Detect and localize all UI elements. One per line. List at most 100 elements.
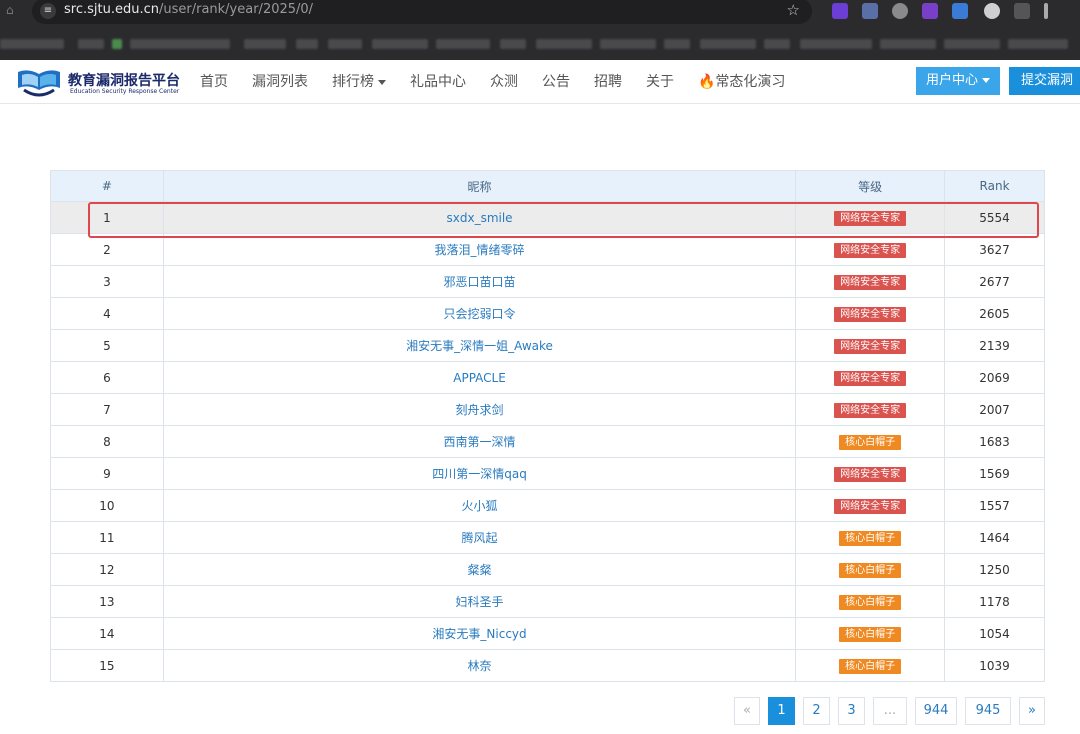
nav-home[interactable]: 首页	[188, 60, 240, 104]
rank-number: 7	[50, 393, 164, 426]
nickname-link[interactable]: sxdx_smile	[447, 211, 513, 225]
bookmark-item[interactable]	[112, 39, 122, 49]
address-bar[interactable]: ≡ src.sjtu.edu.cn/user/rank/year/2025/0/…	[32, 0, 812, 24]
level-badge: 网络安全专家	[834, 306, 907, 322]
nav-announcements[interactable]: 公告	[530, 60, 582, 104]
nickname-cell: 只会挖弱口令	[162, 297, 797, 330]
nav-drill[interactable]: 🔥常态化演习	[686, 60, 797, 104]
nickname-link[interactable]: 邪恶口苗口苗	[444, 275, 516, 289]
page-next-button[interactable]: »	[1019, 697, 1045, 725]
table-row: 13 妇科圣手 核心白帽子 1178	[50, 585, 1045, 618]
nickname-link[interactable]: 我落泪_情绪零碎	[435, 243, 525, 257]
nickname-link[interactable]: 妇科圣手	[456, 595, 504, 609]
nickname-link[interactable]: APPACLE	[453, 371, 506, 385]
extensions-puzzle-icon[interactable]	[1014, 3, 1030, 19]
site-settings-icon[interactable]: ≡	[40, 3, 56, 19]
nickname-link[interactable]: 四川第一深情qaq	[432, 467, 527, 481]
extension-icon[interactable]	[984, 3, 1000, 19]
nickname-cell: 林奈	[162, 649, 797, 682]
page-button-1[interactable]: 1	[768, 697, 795, 725]
column-header-nickname: 昵称	[162, 170, 797, 202]
site-logo[interactable]: 教育漏洞报告平台 Education Security Response Cen…	[14, 64, 194, 102]
nav-vuln-list[interactable]: 漏洞列表	[240, 60, 320, 104]
user-center-button[interactable]: 用户中心	[916, 67, 1000, 95]
nickname-link[interactable]: 湘安无事_深情一姐_Awake	[406, 339, 553, 353]
bookmark-item[interactable]	[1008, 39, 1068, 49]
level-badge: 网络安全专家	[834, 498, 907, 514]
nav-gift-center[interactable]: 礼品中心	[398, 60, 478, 104]
nickname-link[interactable]: 火小狐	[462, 499, 498, 513]
bookmark-item[interactable]	[500, 39, 526, 49]
bookmark-item[interactable]	[536, 39, 592, 49]
bookmark-item[interactable]	[664, 39, 690, 49]
column-header-level: 等级	[795, 170, 946, 202]
submit-vuln-button[interactable]: 提交漏洞	[1009, 67, 1080, 95]
logo-subtitle: Education Security Response Center	[70, 88, 180, 95]
table-row: 9 四川第一深情qaq 网络安全专家 1569	[50, 457, 1045, 490]
extension-icon[interactable]	[892, 3, 908, 19]
bookmark-item[interactable]	[800, 39, 872, 49]
logo-title: 教育漏洞报告平台	[68, 73, 180, 89]
nav-about[interactable]: 关于	[634, 60, 686, 104]
extension-icon[interactable]	[922, 3, 938, 19]
site-header: 教育漏洞报告平台 Education Security Response Cen…	[0, 60, 1080, 104]
bookmarks-bar	[0, 24, 1080, 60]
level-badge: 核心白帽子	[839, 594, 902, 610]
bookmark-item[interactable]	[244, 39, 286, 49]
bookmark-item[interactable]	[78, 39, 104, 49]
rank-score: 5554	[944, 201, 1045, 234]
nickname-cell: APPACLE	[162, 361, 797, 394]
bookmark-item[interactable]	[328, 39, 362, 49]
rank-number: 13	[50, 585, 164, 618]
bookmark-item[interactable]	[880, 39, 936, 49]
url-text[interactable]: src.sjtu.edu.cn/user/rank/year/2025/0/	[64, 2, 313, 17]
level-cell: 网络安全专家	[795, 393, 946, 426]
extension-icon[interactable]	[862, 3, 878, 19]
nav-crowd-test[interactable]: 众测	[478, 60, 530, 104]
table-row: 7 刻舟求剑 网络安全专家 2007	[50, 393, 1045, 426]
rank-number: 10	[50, 489, 164, 522]
bookmark-item[interactable]	[372, 39, 428, 49]
nickname-link[interactable]: 只会挖弱口令	[444, 307, 516, 321]
bookmark-item[interactable]	[944, 39, 1000, 49]
page-button-2[interactable]: 2	[803, 697, 830, 725]
page-button-944[interactable]: 944	[915, 697, 957, 725]
extension-icon[interactable]	[952, 3, 968, 19]
nav-ranking[interactable]: 排行榜	[320, 60, 398, 104]
bookmark-item[interactable]	[700, 39, 756, 49]
rank-score: 1569	[944, 457, 1045, 490]
nickname-link[interactable]: 腾风起	[462, 531, 498, 545]
bookmark-item[interactable]	[0, 39, 64, 49]
page-button-3[interactable]: 3	[838, 697, 865, 725]
nickname-link[interactable]: 刻舟求剑	[456, 403, 504, 417]
nickname-link[interactable]: 西南第一深情	[444, 435, 516, 449]
bookmark-item[interactable]	[600, 39, 656, 49]
page-button-945[interactable]: 945	[965, 697, 1011, 725]
extension-icon[interactable]	[832, 3, 848, 19]
menu-icon[interactable]	[1044, 3, 1048, 19]
nickname-cell: 湘安无事_深情一姐_Awake	[162, 329, 797, 362]
chevron-down-icon	[982, 78, 990, 83]
bookmark-item[interactable]	[764, 39, 790, 49]
level-badge: 核心白帽子	[839, 562, 902, 578]
nickname-cell: 我落泪_情绪零碎	[162, 233, 797, 266]
rank-number: 8	[50, 425, 164, 458]
bookmark-star-icon[interactable]: ☆	[787, 1, 800, 19]
bookmark-item[interactable]	[296, 39, 318, 49]
table-header-row: # 昵称 等级 Rank	[50, 170, 1045, 202]
nickname-link[interactable]: 湘安无事_Niccyd	[432, 627, 526, 641]
page-prev-button[interactable]: «	[734, 697, 760, 725]
rank-number: 6	[50, 361, 164, 394]
level-cell: 网络安全专家	[795, 489, 946, 522]
nickname-link[interactable]: 粲粲	[468, 563, 492, 577]
rank-number: 9	[50, 457, 164, 490]
rank-score: 2139	[944, 329, 1045, 362]
nav-recruitment[interactable]: 招聘	[582, 60, 634, 104]
home-icon[interactable]: ⌂	[6, 3, 20, 17]
bookmark-item[interactable]	[436, 39, 490, 49]
rank-score: 1178	[944, 585, 1045, 618]
column-header-number: #	[50, 170, 164, 202]
bookmark-item[interactable]	[130, 39, 230, 49]
page-ellipsis: ...	[873, 697, 907, 725]
nickname-link[interactable]: 林奈	[468, 659, 492, 673]
